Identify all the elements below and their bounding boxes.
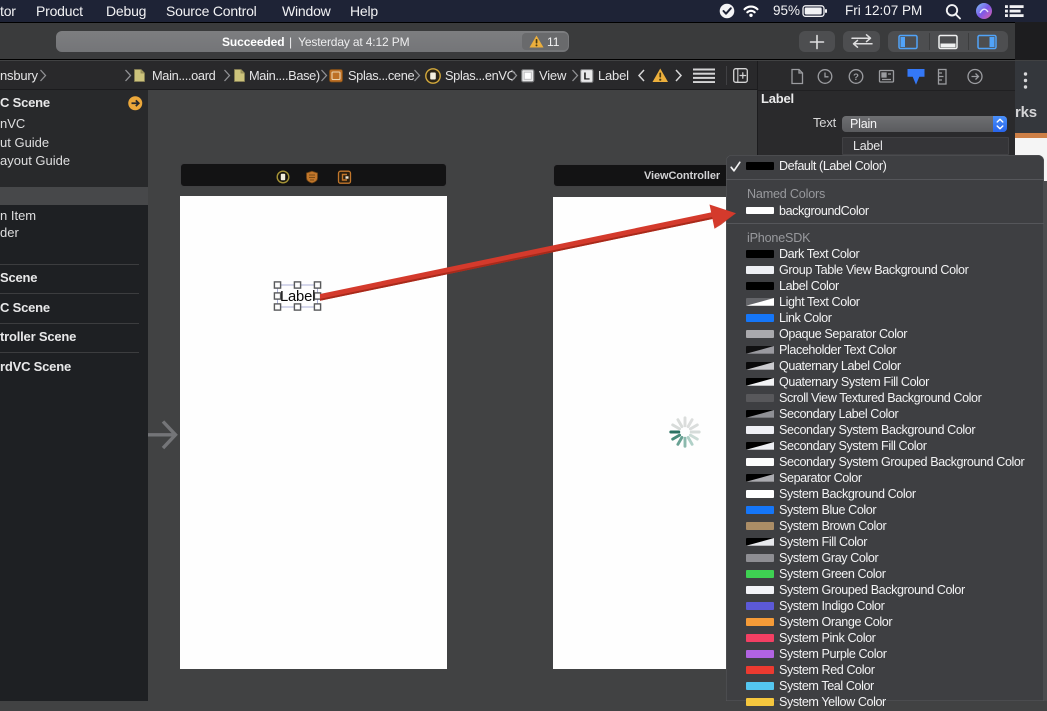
svg-text:?: ? [853, 72, 859, 83]
svg-text:L: L [583, 70, 590, 82]
